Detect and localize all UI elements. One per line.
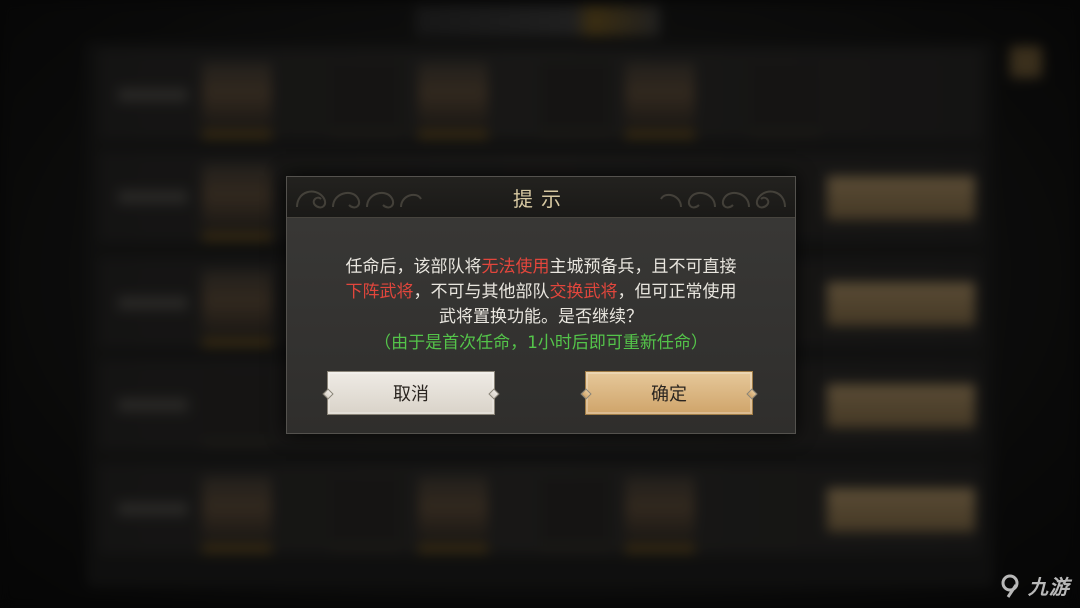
message-line-2: 下阵武将，不可与其他部队交换武将，但可正常使用 (307, 280, 775, 305)
nine-game-logo-icon (1001, 574, 1019, 598)
message-line-1: 任命后，该部队将无法使用主城预备兵，且不可直接 (307, 255, 775, 280)
confirm-button[interactable]: 确定 (585, 371, 753, 415)
warning-text: 无法使用 (481, 257, 550, 277)
dialog-note: （由于是首次任命，1小时后即可重新任命） (374, 333, 708, 353)
message-text: 任命后，该部队将 (345, 257, 482, 277)
cancel-button[interactable]: 取消 (327, 371, 495, 415)
dialog-message: 任命后，该部队将无法使用主城预备兵，且不可直接 下阵武将，不可与其他部队交换武将… (307, 255, 775, 356)
message-text: ，不可与其他部队 (413, 282, 550, 302)
message-text: ，但可正常使用 (617, 282, 737, 302)
warning-text: 下阵武将 (345, 282, 414, 302)
warning-text: 交换武将 (549, 282, 618, 302)
message-text: 主城预备兵，且不可直接 (549, 257, 737, 277)
watermark: 九游 (998, 571, 1070, 600)
confirm-dialog: 提示 任命后，该部队将无法使用主城预备兵，且不可直接 下阵武将，不可与其他部队交… (286, 176, 796, 434)
game-screen: 提示 任命后，该部队将无法使用主城预备兵，且不可直接 下阵武将，不可与其他部队交… (0, 0, 1080, 608)
dialog-header: 提示 (287, 177, 795, 218)
watermark-text: 九游 (1028, 575, 1070, 599)
dialog-title: 提示 (513, 187, 569, 211)
message-line-3: 武将置换功能。是否继续？ (439, 307, 643, 327)
